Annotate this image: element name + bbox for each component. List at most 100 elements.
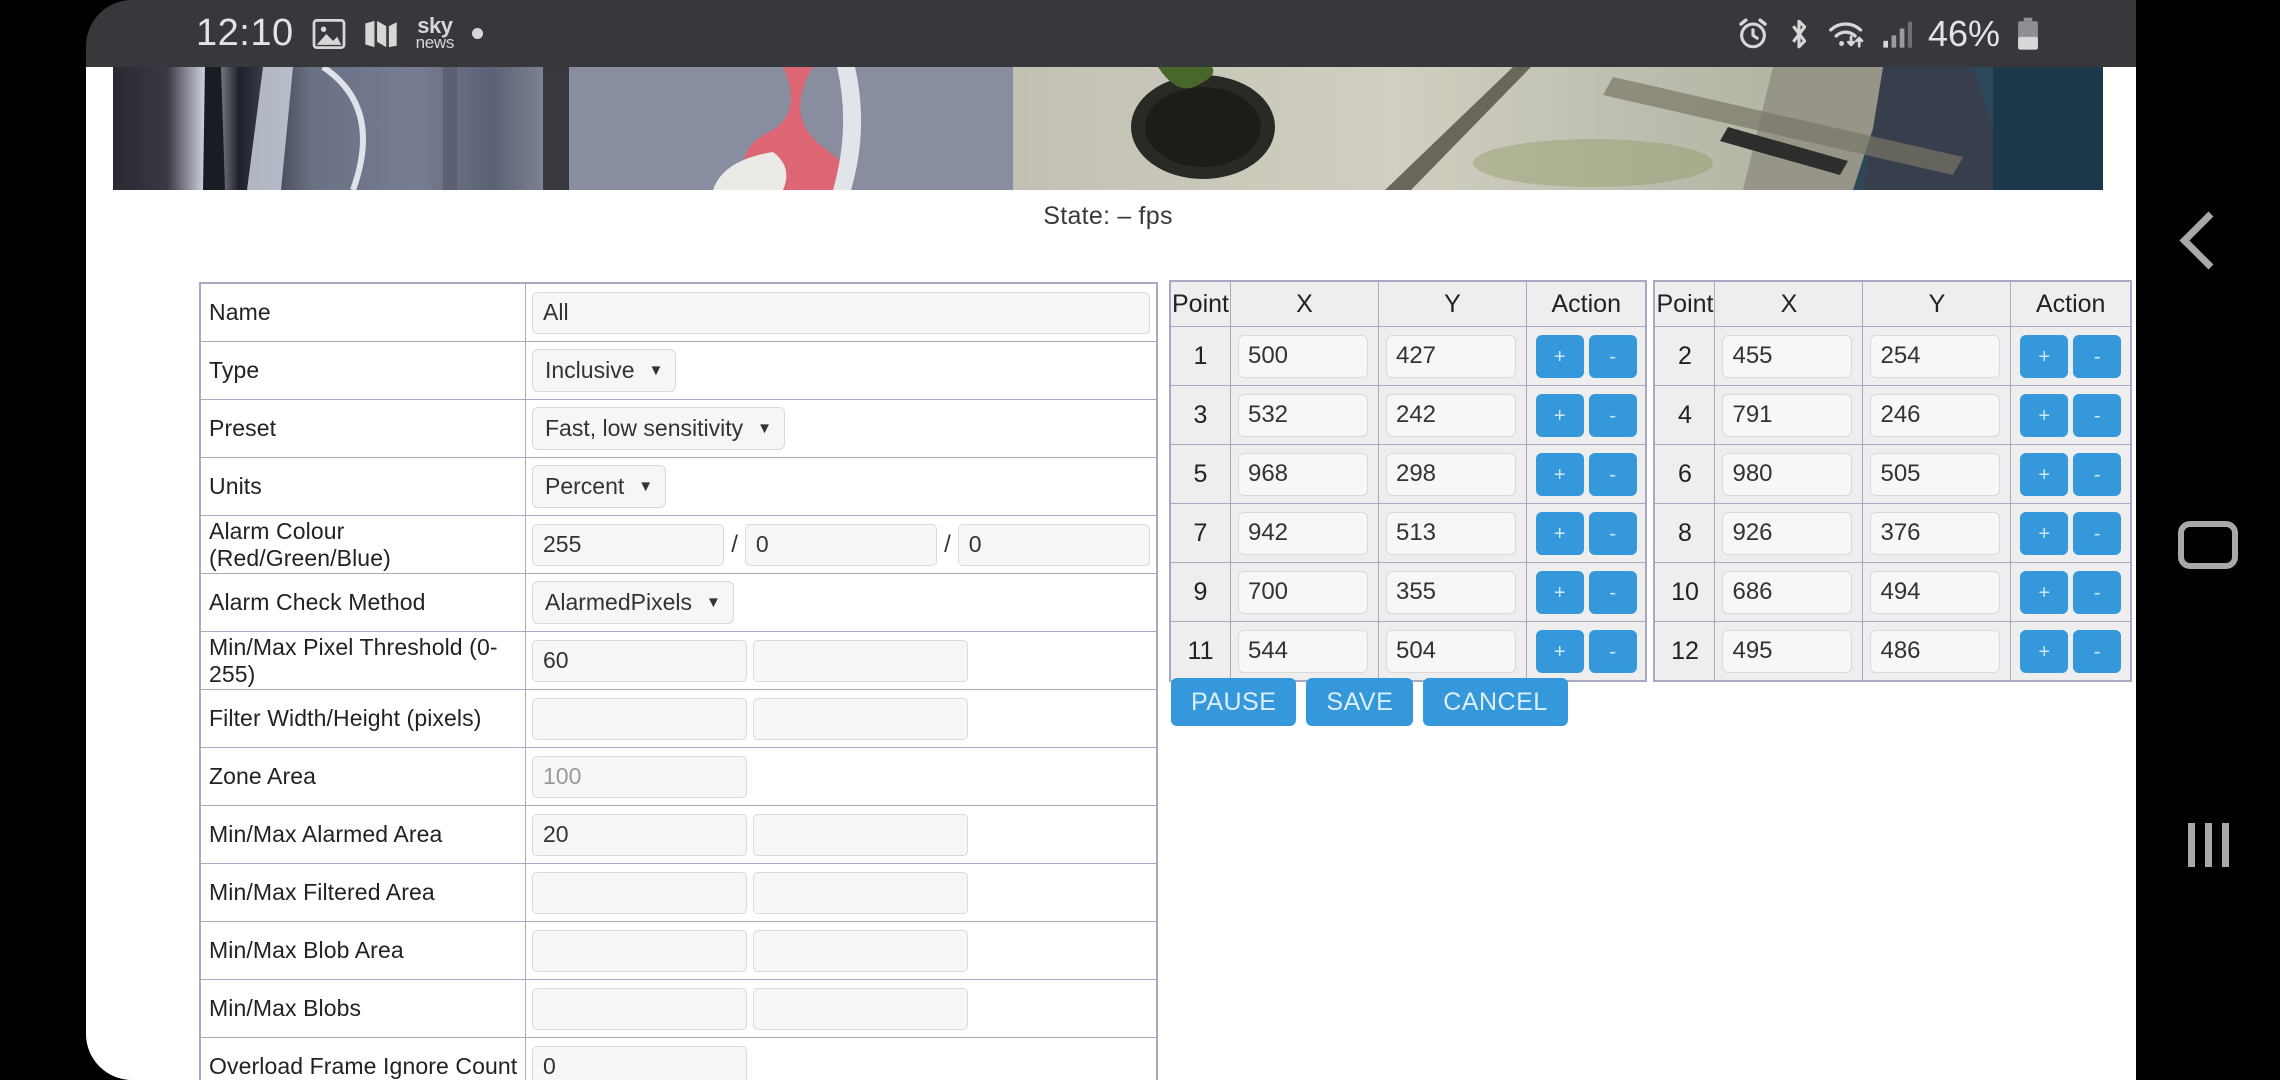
remove-point-button[interactable]: -: [1588, 334, 1637, 378]
remove-point-button[interactable]: -: [2073, 334, 2122, 378]
alarm-colour-green-input[interactable]: 0: [744, 523, 938, 566]
points-header-point: Point: [1653, 280, 1716, 327]
settings-select-3[interactable]: Percent ▼: [532, 465, 667, 508]
point-x-cell: 500: [1229, 326, 1379, 386]
settings-max-input-12[interactable]: [753, 987, 968, 1030]
settings-row-value: Inclusive ▼: [525, 341, 1158, 400]
point-x-input[interactable]: 532: [1237, 393, 1368, 437]
remove-point-button[interactable]: -: [2073, 393, 2122, 437]
point-y-cell: 254: [1862, 326, 2012, 386]
settings-row-label: Alarm Check Method: [199, 573, 526, 632]
settings-select-5[interactable]: AlarmedPixels ▼: [532, 581, 734, 624]
point-x-input[interactable]: 700: [1237, 570, 1368, 614]
camera-preview[interactable]: [113, 67, 2103, 190]
point-action-cell: + -: [1525, 385, 1647, 445]
point-index: 2: [1653, 326, 1716, 386]
settings-max-input-10[interactable]: [753, 871, 968, 914]
cancel-button[interactable]: CANCEL: [1423, 678, 1568, 726]
point-x-input[interactable]: 455: [1722, 334, 1853, 378]
status-bar-left-group: 12:10 sky news: [196, 12, 484, 55]
point-x-input[interactable]: 942: [1237, 511, 1368, 555]
point-y-input[interactable]: 513: [1385, 511, 1516, 555]
point-y-input[interactable]: 486: [1870, 629, 2001, 673]
add-point-button[interactable]: +: [2020, 570, 2069, 614]
add-point-button[interactable]: +: [2020, 334, 2069, 378]
settings-row-value: 60: [525, 631, 1158, 690]
point-x-input[interactable]: 544: [1237, 629, 1368, 673]
back-icon[interactable]: [2136, 195, 2280, 285]
settings-min-input-6[interactable]: 60: [532, 639, 747, 682]
settings-row: Min/Max Blobs: [199, 979, 1158, 1038]
point-y-input[interactable]: 254: [1870, 334, 2001, 378]
point-y-input[interactable]: 505: [1870, 452, 2001, 496]
alarm-colour-red-input[interactable]: 255: [532, 523, 725, 566]
zone-points-tables: Point X Y Action 1 500 427 + -3 532 242 + -5 968 298 +…: [1169, 280, 2132, 682]
settings-max-input-11[interactable]: [753, 929, 968, 972]
remove-point-button[interactable]: -: [2073, 629, 2122, 673]
settings-min-input-10[interactable]: [532, 871, 747, 914]
remove-point-button[interactable]: -: [1588, 452, 1637, 496]
add-point-button[interactable]: +: [1535, 452, 1584, 496]
settings-select-2[interactable]: Fast, low sensitivity ▼: [532, 407, 785, 450]
remove-point-button[interactable]: -: [1588, 393, 1637, 437]
point-x-input[interactable]: 686: [1722, 570, 1853, 614]
remove-point-button[interactable]: -: [2073, 511, 2122, 555]
points-header-y: Y: [1377, 280, 1527, 327]
settings-max-input-7[interactable]: [753, 697, 968, 740]
add-point-button[interactable]: +: [2020, 393, 2069, 437]
signal-icon: [1883, 21, 1912, 48]
points-row: 6 980 505 + -: [1653, 444, 2132, 504]
point-x-cell: 926: [1714, 503, 1864, 563]
point-y-input[interactable]: 298: [1385, 452, 1516, 496]
zone-name-input[interactable]: All: [532, 291, 1150, 334]
remove-point-button[interactable]: -: [2073, 452, 2122, 496]
home-icon[interactable]: [2136, 500, 2280, 590]
settings-single-input-13[interactable]: 0: [532, 1045, 747, 1080]
point-x-input[interactable]: 495: [1722, 629, 1853, 673]
point-y-input[interactable]: 242: [1385, 393, 1516, 437]
point-x-input[interactable]: 500: [1237, 334, 1368, 378]
remove-point-button[interactable]: -: [1588, 511, 1637, 555]
recents-icon[interactable]: [2136, 800, 2280, 890]
remove-point-button[interactable]: -: [1588, 629, 1637, 673]
point-y-input[interactable]: 427: [1385, 334, 1516, 378]
point-y-input[interactable]: 355: [1385, 570, 1516, 614]
settings-max-input-9[interactable]: [753, 813, 968, 856]
add-point-button[interactable]: +: [2020, 511, 2069, 555]
points-row: 2 455 254 + -: [1653, 326, 2132, 386]
point-x-input[interactable]: 791: [1722, 393, 1853, 437]
point-y-input[interactable]: 494: [1870, 570, 2001, 614]
point-y-input[interactable]: 504: [1385, 629, 1516, 673]
settings-min-input-9[interactable]: 20: [532, 813, 747, 856]
add-point-button[interactable]: +: [2020, 629, 2069, 673]
alarm-colour-blue-input[interactable]: 0: [957, 523, 1150, 566]
add-point-button[interactable]: +: [1535, 511, 1584, 555]
point-action-cell: + -: [1525, 621, 1647, 682]
add-point-button[interactable]: +: [1535, 334, 1584, 378]
settings-single-input-8[interactable]: 100: [532, 755, 747, 798]
remove-point-button[interactable]: -: [1588, 570, 1637, 614]
point-x-input[interactable]: 980: [1722, 452, 1853, 496]
add-point-button[interactable]: +: [1535, 629, 1584, 673]
pause-button[interactable]: PAUSE: [1171, 678, 1297, 726]
add-point-button[interactable]: +: [1535, 570, 1584, 614]
add-point-button[interactable]: +: [2020, 452, 2069, 496]
point-y-input[interactable]: 246: [1870, 393, 2001, 437]
point-y-cell: 494: [1862, 562, 2012, 622]
settings-select-1[interactable]: Inclusive ▼: [532, 349, 677, 392]
point-x-input[interactable]: 968: [1237, 452, 1368, 496]
settings-row: Name All: [199, 282, 1158, 342]
chevron-down-icon: ▼: [757, 420, 772, 437]
remove-point-button[interactable]: -: [2073, 570, 2122, 614]
battery-icon: [2018, 17, 2038, 50]
zone-settings-table: Name All Type Inclusive ▼ Preset Fast, low sen…: [199, 282, 1158, 1080]
settings-min-input-11[interactable]: [532, 929, 747, 972]
point-y-input[interactable]: 376: [1870, 511, 2001, 555]
settings-max-input-6[interactable]: [753, 639, 968, 682]
point-x-input[interactable]: 926: [1722, 511, 1853, 555]
monitor-state-line: State: – fps: [113, 190, 2103, 231]
settings-min-input-7[interactable]: [532, 697, 747, 740]
settings-min-input-12[interactable]: [532, 987, 747, 1030]
save-button[interactable]: SAVE: [1306, 678, 1414, 726]
add-point-button[interactable]: +: [1535, 393, 1584, 437]
